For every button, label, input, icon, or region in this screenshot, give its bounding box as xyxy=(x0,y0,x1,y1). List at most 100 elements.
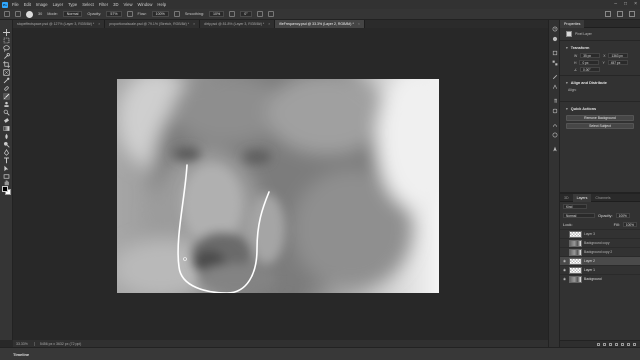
tab-layers[interactable]: Layers xyxy=(572,193,592,202)
layer-name[interactable]: Layer 2 xyxy=(584,259,595,263)
libraries-icon[interactable] xyxy=(552,50,558,56)
brush-preset-icon[interactable] xyxy=(15,11,21,17)
layer-name[interactable]: Layer 3 xyxy=(584,232,595,236)
pen-tool-icon[interactable] xyxy=(3,149,10,156)
visibility-eye-icon[interactable]: ◉ xyxy=(562,259,567,263)
glyphs-icon[interactable] xyxy=(552,108,558,114)
frame-tool-icon[interactable] xyxy=(3,69,10,76)
navigator-icon[interactable] xyxy=(552,146,558,152)
opacity-field[interactable]: 100% xyxy=(615,213,630,218)
dodge-tool-icon[interactable] xyxy=(3,141,10,148)
paragraph-icon[interactable] xyxy=(552,98,558,104)
fill-field[interactable]: 100% xyxy=(622,222,637,227)
search-icon[interactable] xyxy=(605,11,611,17)
mode-select[interactable]: Normal xyxy=(62,11,83,17)
workspace-icon[interactable] xyxy=(617,11,623,17)
select-subject-button[interactable]: Select Subject xyxy=(566,123,634,129)
width-field[interactable]: 35 px xyxy=(580,53,601,58)
layer-row[interactable]: Background copy 2 xyxy=(560,247,640,256)
healing-brush-icon[interactable] xyxy=(3,85,10,92)
zoom-level[interactable]: 33.33% xyxy=(16,342,28,346)
tab-properties[interactable]: Properties xyxy=(560,19,585,28)
maximize-icon[interactable]: □ xyxy=(624,1,627,7)
menu-type[interactable]: Type xyxy=(68,2,77,7)
link-layers-icon[interactable] xyxy=(597,342,600,346)
tab-3d[interactable]: 3D xyxy=(560,194,573,202)
menu-layer[interactable]: Layer xyxy=(53,2,63,7)
close-icon[interactable]: × xyxy=(634,1,637,7)
height-field[interactable]: 0 px xyxy=(579,60,600,65)
align-section-header[interactable]: ▾ Align and Distribute xyxy=(560,78,640,87)
move-tool-icon[interactable] xyxy=(3,29,10,36)
add-mask-icon[interactable] xyxy=(609,342,612,346)
info-icon[interactable] xyxy=(552,132,558,138)
home-icon[interactable] xyxy=(4,11,10,17)
quick-select-icon[interactable] xyxy=(3,53,10,60)
brush-preview-icon[interactable] xyxy=(26,10,33,18)
character-icon[interactable] xyxy=(552,84,558,90)
visibility-eye-icon[interactable]: ◉ xyxy=(562,277,567,281)
x-field[interactable]: 1363 px xyxy=(608,53,629,58)
hand-tool-icon[interactable] xyxy=(3,179,10,186)
visibility-eye-icon[interactable]: ◉ xyxy=(562,268,567,272)
doc-tab-dirty[interactable]: dirty.psd @ 81.8% (Layer 3, RGB/8#) * × xyxy=(200,20,276,28)
layer-name[interactable]: Layer 1 xyxy=(584,268,595,272)
document-canvas[interactable] xyxy=(117,79,439,293)
tab-channels[interactable]: Channels xyxy=(591,194,614,202)
menu-file[interactable]: File xyxy=(12,2,19,7)
layer-style-icon[interactable] xyxy=(603,342,606,346)
menu-help[interactable]: Help xyxy=(157,2,166,7)
share-icon[interactable] xyxy=(629,11,635,17)
gradient-tool-icon[interactable] xyxy=(3,125,10,132)
menu-image[interactable]: Image xyxy=(36,2,48,7)
menu-select[interactable]: Select xyxy=(82,2,94,7)
angle-field[interactable]: 0.00° xyxy=(580,67,601,72)
close-icon[interactable]: × xyxy=(268,22,270,26)
layer-name[interactable]: Background xyxy=(584,277,602,281)
pressure-size-icon[interactable] xyxy=(256,11,263,17)
crop-tool-icon[interactable] xyxy=(3,61,10,68)
clone-stamp-icon[interactable] xyxy=(3,101,10,108)
menu-filter[interactable]: Filter xyxy=(99,2,108,7)
close-icon[interactable]: × xyxy=(193,22,195,26)
opacity-field[interactable]: 57% xyxy=(106,11,122,17)
eraser-icon[interactable] xyxy=(3,117,10,124)
minimize-icon[interactable]: – xyxy=(614,1,617,7)
menu-edit[interactable]: Edit xyxy=(24,2,31,7)
close-icon[interactable]: × xyxy=(358,22,360,26)
layer-name[interactable]: Background copy 2 xyxy=(584,250,612,254)
doc-tab-proportionalscale[interactable]: proportionalscale.psd @ 79.1% (Stretch, … xyxy=(105,20,201,28)
brush-tool-icon[interactable] xyxy=(3,93,10,100)
airbrush-icon[interactable] xyxy=(173,11,180,17)
eyedropper-icon[interactable] xyxy=(3,77,10,84)
layer-row[interactable]: ◉ Layer 2 xyxy=(560,256,640,265)
pressure-opacity-icon[interactable] xyxy=(126,11,133,17)
trash-icon[interactable] xyxy=(633,342,636,346)
adjustments-icon[interactable] xyxy=(552,36,558,42)
menu-window[interactable]: Window xyxy=(138,2,153,7)
group-icon[interactable] xyxy=(621,342,624,346)
path-select-icon[interactable] xyxy=(3,165,10,172)
blend-mode-select[interactable]: Normal xyxy=(563,213,595,218)
history-icon[interactable] xyxy=(552,26,558,32)
foreground-color-swatch[interactable] xyxy=(2,186,8,192)
doc-tab-filefrequency[interactable]: fileFrequency.psd @ 33.3% (Layer 2, RGB/… xyxy=(275,20,365,28)
swatches-icon[interactable] xyxy=(552,60,558,66)
smoothing-field[interactable]: 10% xyxy=(209,11,225,17)
lasso-tool-icon[interactable] xyxy=(3,45,10,52)
brush-angle-field[interactable]: 0° xyxy=(240,11,252,17)
close-icon[interactable]: × xyxy=(98,22,100,26)
layer-name[interactable]: Background copy xyxy=(584,241,609,245)
history-brush-icon[interactable] xyxy=(3,109,10,116)
adjustment-layer-icon[interactable] xyxy=(615,342,618,346)
quick-actions-section-header[interactable]: ▾ Quick Actions xyxy=(560,104,640,113)
blur-tool-icon[interactable] xyxy=(3,133,10,140)
brushes-icon[interactable] xyxy=(552,74,558,80)
remove-background-button[interactable]: Remove Background xyxy=(566,115,634,121)
doc-tab-stopeffectspace[interactable]: stopeffectspace.psd @ 127% (Layer 3, RGB… xyxy=(13,20,106,28)
transform-section-header[interactable]: ▾ Transform xyxy=(560,43,640,52)
flow-field[interactable]: 100% xyxy=(151,11,169,17)
menu-3d[interactable]: 3D xyxy=(113,2,118,7)
layer-row[interactable]: ◉ Layer 1 xyxy=(560,265,640,274)
layer-row[interactable]: Layer 3 xyxy=(560,229,640,238)
